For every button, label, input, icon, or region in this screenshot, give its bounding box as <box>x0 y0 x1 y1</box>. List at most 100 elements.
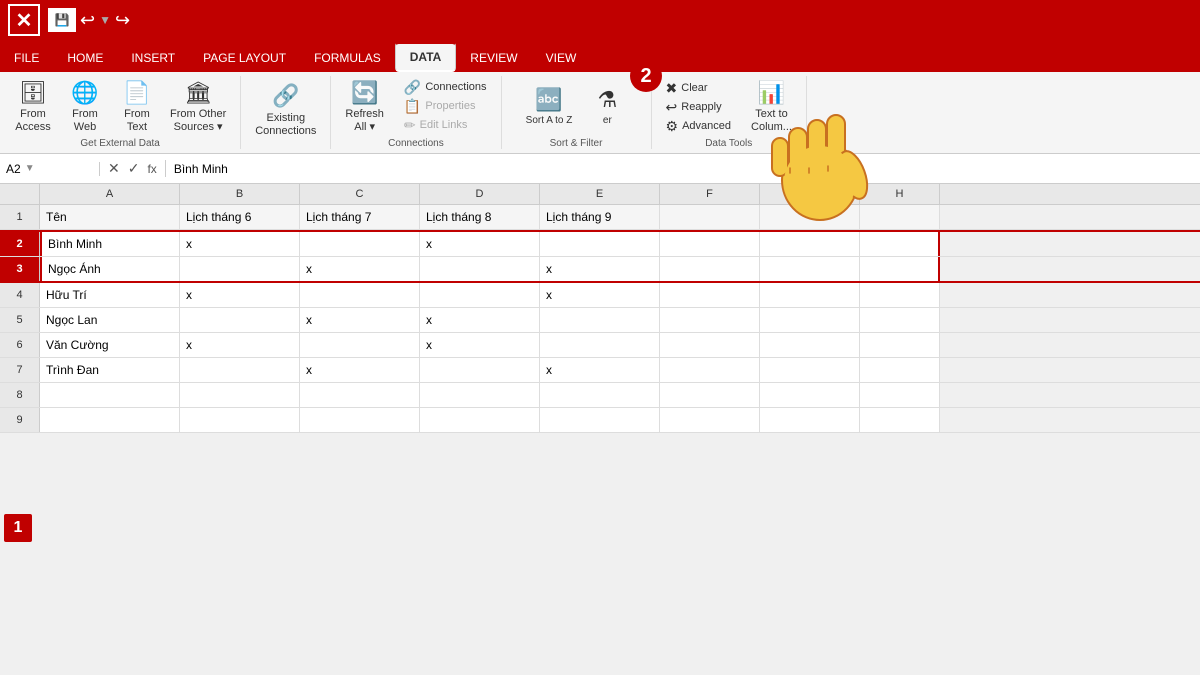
undo-icon[interactable]: ↩ <box>80 10 95 31</box>
cell-d7[interactable] <box>420 358 540 382</box>
tab-data[interactable]: DATA <box>395 42 457 72</box>
cell-g2[interactable] <box>760 232 860 256</box>
properties-button[interactable]: 📋 Properties <box>398 97 493 115</box>
cell-g7[interactable] <box>760 358 860 382</box>
connections-button[interactable]: 🔗 Connections <box>398 78 493 96</box>
cell-f8[interactable] <box>660 383 760 407</box>
cell-g6[interactable] <box>760 333 860 357</box>
cell-a2[interactable]: Bình Minh <box>40 232 180 256</box>
cell-b6[interactable]: x <box>180 333 300 357</box>
cell-b7[interactable] <box>180 358 300 382</box>
cell-b5[interactable] <box>180 308 300 332</box>
cell-f5[interactable] <box>660 308 760 332</box>
cell-e4[interactable]: x <box>540 283 660 307</box>
cell-g5[interactable] <box>760 308 860 332</box>
text-to-columns-button[interactable]: 📊 Text to Colum... <box>745 78 798 136</box>
cell-b2[interactable]: x <box>180 232 300 256</box>
advanced-button[interactable]: ⚙ Advanced <box>660 117 738 135</box>
cell-e6[interactable] <box>540 333 660 357</box>
cell-c5[interactable]: x <box>300 308 420 332</box>
tab-view[interactable]: VIEW <box>532 44 591 72</box>
cell-ref-dropdown-icon[interactable]: ▼ <box>25 163 35 174</box>
cell-b8[interactable] <box>180 383 300 407</box>
existing-connections-button[interactable]: 🔗 Existing Connections <box>249 82 322 140</box>
cell-e8[interactable] <box>540 383 660 407</box>
cell-h3[interactable] <box>860 257 940 281</box>
cell-a6[interactable]: Văn Cường <box>40 333 180 357</box>
cell-e3[interactable]: x <box>540 257 660 281</box>
cell-g3[interactable] <box>760 257 860 281</box>
cell-h4[interactable] <box>860 283 940 307</box>
cell-g9[interactable] <box>760 408 860 432</box>
cell-d9[interactable] <box>420 408 540 432</box>
tab-review[interactable]: REVIEW <box>456 44 531 72</box>
cell-a5[interactable]: Ngọc Lan <box>40 308 180 332</box>
cell-g8[interactable] <box>760 383 860 407</box>
cell-f2[interactable] <box>660 232 760 256</box>
cell-d2[interactable]: x <box>420 232 540 256</box>
cell-a8[interactable] <box>40 383 180 407</box>
cell-g4[interactable] <box>760 283 860 307</box>
refresh-all-button[interactable]: 🔄 Refresh All ▾ <box>339 78 390 136</box>
cell-c9[interactable] <box>300 408 420 432</box>
cell-e2[interactable] <box>540 232 660 256</box>
tab-page-layout[interactable]: PAGE LAYOUT <box>189 44 300 72</box>
cell-h5[interactable] <box>860 308 940 332</box>
cell-e1[interactable]: Lịch tháng 9 <box>540 205 660 229</box>
cell-e9[interactable] <box>540 408 660 432</box>
from-web-button[interactable]: 🌐 From Web <box>60 78 110 136</box>
cell-b9[interactable] <box>180 408 300 432</box>
cell-f6[interactable] <box>660 333 760 357</box>
cell-a7[interactable]: Trình Đan <box>40 358 180 382</box>
cell-f4[interactable] <box>660 283 760 307</box>
cell-b1[interactable]: Lịch tháng 6 <box>180 205 300 229</box>
cell-c7[interactable]: x <box>300 358 420 382</box>
tab-home[interactable]: HOME <box>53 44 117 72</box>
cell-c1[interactable]: Lịch tháng 7 <box>300 205 420 229</box>
insert-function-icon[interactable]: fx <box>147 162 156 176</box>
cell-e5[interactable] <box>540 308 660 332</box>
cell-f3[interactable] <box>660 257 760 281</box>
cell-a4[interactable]: Hữu Trí <box>40 283 180 307</box>
cell-d3[interactable] <box>420 257 540 281</box>
cell-d6[interactable]: x <box>420 333 540 357</box>
cell-b4[interactable]: x <box>180 283 300 307</box>
cell-d4[interactable] <box>420 283 540 307</box>
cell-c4[interactable] <box>300 283 420 307</box>
cell-a1[interactable]: Tên <box>40 205 180 229</box>
cell-g1[interactable] <box>760 205 860 229</box>
clear-button[interactable]: ✖ Clear <box>660 79 738 97</box>
cell-d5[interactable]: x <box>420 308 540 332</box>
sort-ascending-button[interactable]: 🔤 Sort A to Z <box>520 78 579 136</box>
cell-h6[interactable] <box>860 333 940 357</box>
filter-button[interactable]: ⚗ er <box>582 78 632 136</box>
cell-c3[interactable]: x <box>300 257 420 281</box>
cell-c2[interactable] <box>300 232 420 256</box>
cell-h8[interactable] <box>860 383 940 407</box>
cell-f1[interactable] <box>660 205 760 229</box>
tab-file[interactable]: FILE <box>0 44 53 72</box>
from-other-sources-button[interactable]: 🏛 From Other Sources ▾ <box>164 78 232 136</box>
cell-b3[interactable] <box>180 257 300 281</box>
cell-e7[interactable]: x <box>540 358 660 382</box>
cell-d1[interactable]: Lịch tháng 8 <box>420 205 540 229</box>
cell-h9[interactable] <box>860 408 940 432</box>
cell-d8[interactable] <box>420 383 540 407</box>
cell-a9[interactable] <box>40 408 180 432</box>
cell-c8[interactable] <box>300 383 420 407</box>
tab-formulas[interactable]: FORMULAS <box>300 44 395 72</box>
cell-h1[interactable] <box>860 205 940 229</box>
redo-icon[interactable]: ↪ <box>115 10 130 31</box>
cancel-formula-icon[interactable]: ✕ <box>108 160 120 177</box>
cell-h2[interactable] <box>860 232 940 256</box>
cell-reference-box[interactable]: A2 ▼ <box>0 162 100 176</box>
edit-links-button[interactable]: ✏ Edit Links <box>398 116 493 134</box>
save-icon[interactable]: 💾 <box>48 8 76 32</box>
cell-f9[interactable] <box>660 408 760 432</box>
cell-a3[interactable]: Ngọc Ánh <box>40 257 180 281</box>
cell-c6[interactable] <box>300 333 420 357</box>
confirm-formula-icon[interactable]: ✓ <box>128 160 140 177</box>
tab-insert[interactable]: INSERT <box>117 44 189 72</box>
cell-h7[interactable] <box>860 358 940 382</box>
from-access-button[interactable]: 🗄 From Access <box>8 78 58 136</box>
